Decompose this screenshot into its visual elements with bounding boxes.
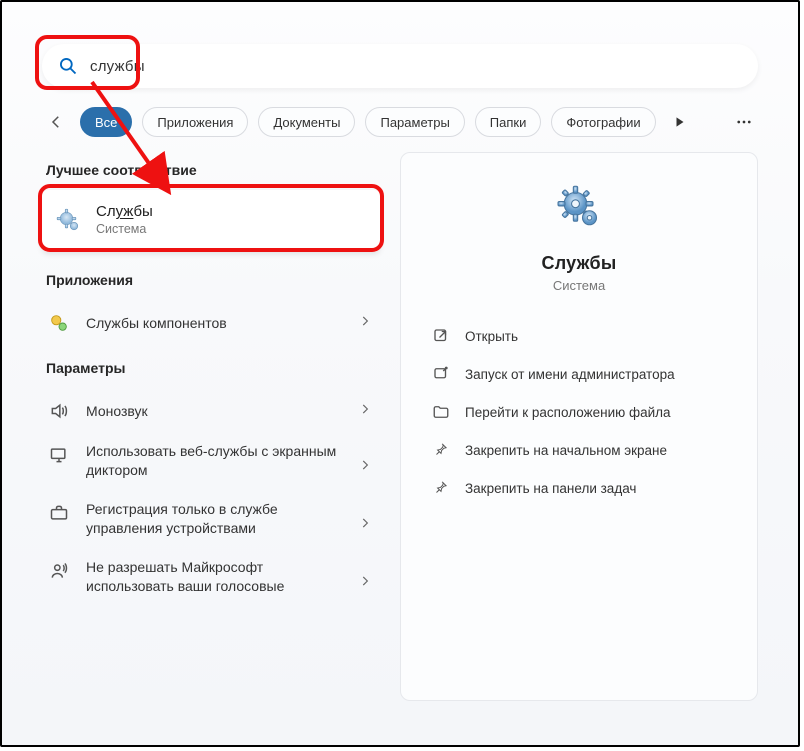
chevron-right-icon [358, 314, 372, 333]
open-icon [431, 326, 451, 346]
detail-hero: Службы Система [425, 181, 733, 293]
param-label: Использовать веб-службы с экранным дикто… [86, 442, 344, 480]
chevron-right-icon [358, 574, 372, 593]
action-label: Перейти к расположению файла [465, 405, 671, 420]
action-open[interactable]: Открыть [425, 317, 733, 355]
shield-icon [431, 364, 451, 384]
results-column: Лучшее соответствие [42, 152, 380, 608]
best-match-subtitle: Система [96, 221, 153, 239]
param-label: Монозвук [86, 402, 344, 421]
search-icon [58, 56, 78, 76]
detail-panel: Службы Система Открыть Запуск от имени а… [400, 152, 758, 701]
best-match-item[interactable]: Службы Система [42, 190, 380, 252]
action-pin-taskbar[interactable]: Закрепить на панели задач [425, 469, 733, 507]
detail-subtitle: Система [553, 278, 605, 293]
person-voice-icon [46, 558, 72, 584]
tab-photos[interactable]: Фотографии [551, 107, 655, 137]
app-result-label: Службы компонентов [86, 314, 344, 333]
param-item-mdm[interactable]: Регистрация только в службе управления у… [42, 492, 380, 550]
chevron-right-icon [358, 516, 372, 535]
search-window: Все Приложения Документы Параметры Папки… [0, 0, 800, 747]
action-open-location[interactable]: Перейти к расположению файла [425, 393, 733, 431]
search-input[interactable] [90, 58, 758, 75]
section-apps: Приложения [46, 272, 380, 288]
best-match-text: Службы Система [96, 203, 153, 239]
action-label: Закрепить на панели задач [465, 481, 636, 496]
action-pin-start[interactable]: Закрепить на начальном экране [425, 431, 733, 469]
action-label: Закрепить на начальном экране [465, 443, 667, 458]
action-list: Открыть Запуск от имени администратора П… [425, 317, 733, 507]
param-item-voice[interactable]: Не разрешать Майкрософт использовать ваш… [42, 550, 380, 608]
detail-title: Службы [542, 253, 617, 274]
tab-all[interactable]: Все [80, 107, 132, 137]
param-item-mono[interactable]: Монозвук [42, 388, 380, 434]
pin-icon [431, 478, 451, 498]
chevron-right-icon [358, 458, 372, 477]
tab-documents[interactable]: Документы [258, 107, 355, 137]
search-bar[interactable] [42, 44, 758, 88]
services-hero-icon [551, 181, 607, 237]
param-label: Регистрация только в службе управления у… [86, 500, 344, 538]
tab-parameters[interactable]: Параметры [365, 107, 464, 137]
section-params: Параметры [46, 360, 380, 376]
section-best-match: Лучшее соответствие [46, 162, 380, 178]
briefcase-icon [46, 500, 72, 526]
filter-tabs: Все Приложения Документы Параметры Папки… [42, 104, 758, 140]
speaker-icon [46, 398, 72, 424]
back-button[interactable] [42, 108, 70, 136]
best-match-title: Службы [96, 203, 153, 221]
more-tabs-button[interactable] [666, 108, 694, 136]
services-icon [54, 206, 84, 236]
param-item-narrator[interactable]: Использовать веб-службы с экранным дикто… [42, 434, 380, 492]
overflow-button[interactable] [730, 108, 758, 136]
app-result-item[interactable]: Службы компонентов [42, 300, 380, 346]
monitor-icon [46, 442, 72, 468]
component-services-icon [46, 310, 72, 336]
tab-apps[interactable]: Приложения [142, 107, 248, 137]
chevron-right-icon [358, 402, 372, 421]
param-label: Не разрешать Майкрософт использовать ваш… [86, 558, 344, 596]
folder-icon [431, 402, 451, 422]
action-run-admin[interactable]: Запуск от имени администратора [425, 355, 733, 393]
action-label: Запуск от имени администратора [465, 367, 675, 382]
tab-folders[interactable]: Папки [475, 107, 542, 137]
pin-icon [431, 440, 451, 460]
action-label: Открыть [465, 329, 518, 344]
